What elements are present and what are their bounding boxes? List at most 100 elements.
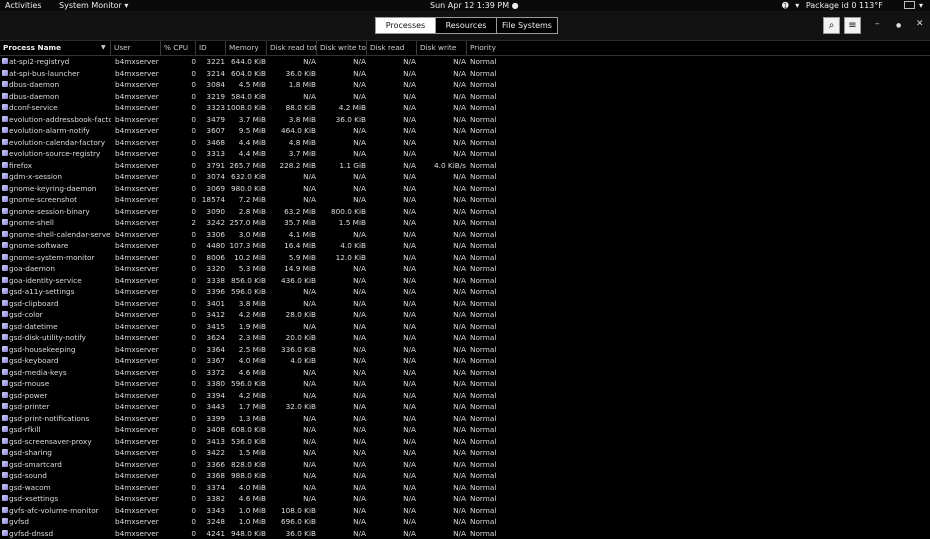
table-row[interactable]: at-spi2-registryd b4mxserver 0 3221 644.… [0,56,930,68]
process-name-cell: gnome-shell [9,217,111,229]
clock[interactable]: Sun Apr 12 1:39 PM ● [430,0,519,11]
table-row[interactable]: gsd-smartcard b4mxserver 0 3366 828.0 Ki… [0,459,930,471]
table-row[interactable]: gsd-sharing b4mxserver 0 3422 1.5 MiB N/… [0,447,930,459]
table-row[interactable]: gdm-x-session b4mxserver 0 3074 632.0 Ki… [0,171,930,183]
cpu-cell: 0 [161,171,196,183]
process-icon [2,403,8,409]
table-row[interactable]: gsd-datetime b4mxserver 0 3415 1.9 MiB N… [0,321,930,333]
search-button[interactable]: ⌕ [823,17,840,34]
user-cell: b4mxserver [115,482,159,494]
cpu-cell: 0 [161,252,196,264]
column-header-user[interactable]: User [111,41,161,55]
disk-write-total-cell: N/A [317,148,366,160]
process-icon [2,70,8,76]
table-row[interactable]: evolution-alarm-notify b4mxserver 0 3607… [0,125,930,137]
column-header-id[interactable]: ID [196,41,226,55]
table-row[interactable]: gsd-screensaver-proxy b4mxserver 0 3413 … [0,436,930,448]
column-header-cpu[interactable]: % CPU [161,41,196,55]
tab-resources[interactable]: Resources [436,17,497,34]
system-tray[interactable]: ➊ ▾ Package id 0 113°F [782,0,883,11]
column-header-priority[interactable]: Priority [467,41,517,55]
table-row[interactable]: gsd-a11y-settings b4mxserver 0 3396 596.… [0,286,930,298]
table-row[interactable]: gsd-media-keys b4mxserver 0 3372 4.6 MiB… [0,367,930,379]
user-cell: b4mxserver [115,102,159,114]
table-row[interactable]: firefox b4mxserver 0 3791 265.7 MiB 228.… [0,160,930,172]
disk-read-total-cell: N/A [267,91,316,103]
menu-button[interactable]: ≡ [844,17,861,34]
table-row[interactable]: goa-daemon b4mxserver 0 3320 5.3 MiB 14.… [0,263,930,275]
table-row[interactable]: gsd-rfkill b4mxserver 0 3408 608.0 KiB N… [0,424,930,436]
table-row[interactable]: goa-identity-service b4mxserver 0 3338 8… [0,275,930,287]
table-row[interactable]: gnome-session-binary b4mxserver 0 3090 2… [0,206,930,218]
column-header-disk-read[interactable]: Disk read [367,41,417,55]
disk-read-cell: N/A [367,309,416,321]
table-row[interactable]: gsd-clipboard b4mxserver 0 3401 3.8 MiB … [0,298,930,310]
table-row[interactable]: at-spi-bus-launcher b4mxserver 0 3214 60… [0,68,930,80]
table-row[interactable]: gvfsd-dnssd b4mxserver 0 4241 948.0 KiB … [0,528,930,539]
disk-read-cell: N/A [367,378,416,390]
disk-read-total-cell: 3.8 MiB [267,114,316,126]
window-list-icon[interactable] [904,1,915,9]
disk-write-cell: N/A [417,413,466,425]
process-name-cell: evolution-alarm-notify [9,125,111,137]
disk-write-cell: N/A [417,355,466,367]
id-cell: 3323 [196,102,225,114]
table-row[interactable]: gnome-shell-calendar-server b4mxserver 0… [0,229,930,241]
table-row[interactable]: evolution-addressbook-factory b4mxserver… [0,114,930,126]
disk-write-total-cell: N/A [317,125,366,137]
accessibility-icon[interactable]: ➊ [782,0,789,11]
table-row[interactable]: gvfs-afc-volume-monitor b4mxserver 0 334… [0,505,930,517]
activities-button[interactable]: Activities [5,0,42,11]
cpu-cell: 0 [161,183,196,195]
minimize-button[interactable]: – [875,19,880,29]
table-row[interactable]: gsd-power b4mxserver 0 3394 4.2 MiB N/A … [0,390,930,402]
table-row[interactable]: gsd-print-notifications b4mxserver 0 339… [0,413,930,425]
process-name-cell: gsd-color [9,309,111,321]
table-row[interactable]: dconf-service b4mxserver 0 3323 1008.0 K… [0,102,930,114]
table-row[interactable]: gsd-color b4mxserver 0 3412 4.2 MiB 28.0… [0,309,930,321]
maximize-button[interactable]: ● [896,22,901,29]
top-panel: Activities System Monitor ▾ Sun Apr 12 1… [0,0,930,11]
column-header-memory[interactable]: Memory [226,41,267,55]
process-icon [2,311,8,317]
column-header-disk-read-total[interactable]: Disk read total [267,41,317,55]
tab-file-systems[interactable]: File Systems [497,17,558,34]
table-row[interactable]: evolution-calendar-factory b4mxserver 0 … [0,137,930,149]
table-row[interactable]: gsd-mouse b4mxserver 0 3380 596.0 KiB N/… [0,378,930,390]
process-list: at-spi2-registryd b4mxserver 0 3221 644.… [0,56,930,539]
input-source-icon[interactable]: ▾ [795,0,799,11]
table-row[interactable]: gsd-disk-utility-notify b4mxserver 0 362… [0,332,930,344]
temperature-indicator[interactable]: Package id 0 113°F [806,1,883,10]
memory-cell: 604.0 KiB [226,68,266,80]
table-row[interactable]: gvfsd b4mxserver 0 3248 1.0 MiB 696.0 Ki… [0,516,930,528]
table-row[interactable]: gsd-keyboard b4mxserver 0 3367 4.0 MiB 4… [0,355,930,367]
chevron-down-icon[interactable]: ▾ [919,0,923,11]
column-header-disk-write-total[interactable]: Disk write total [317,41,367,55]
table-row[interactable]: gnome-shell b4mxserver 2 3242 257.0 MiB … [0,217,930,229]
priority-cell: Normal [470,309,496,321]
tab-processes[interactable]: Processes [375,17,436,34]
user-cell: b4mxserver [115,401,159,413]
table-row[interactable]: gsd-xsettings b4mxserver 0 3382 4.6 MiB … [0,493,930,505]
disk-write-cell: N/A [417,148,466,160]
app-menu[interactable]: System Monitor ▾ [59,0,128,11]
column-header-disk-write[interactable]: Disk write [417,41,467,55]
table-row[interactable]: dbus-daemon b4mxserver 0 3219 584.0 KiB … [0,91,930,103]
table-row[interactable]: gnome-system-monitor b4mxserver 0 8006 1… [0,252,930,264]
close-button[interactable]: ✕ [916,19,924,29]
column-header-process-name[interactable]: Process Name [0,41,111,55]
priority-cell: Normal [470,194,496,206]
priority-cell: Normal [470,505,496,517]
table-row[interactable]: dbus-daemon b4mxserver 0 3084 4.5 MiB 1.… [0,79,930,91]
user-cell: b4mxserver [115,528,159,539]
table-row[interactable]: gsd-printer b4mxserver 0 3443 1.7 MiB 32… [0,401,930,413]
disk-write-cell: N/A [417,528,466,539]
table-row[interactable]: gsd-housekeeping b4mxserver 0 3364 2.5 M… [0,344,930,356]
table-row[interactable]: gnome-software b4mxserver 0 4480 107.3 M… [0,240,930,252]
table-row[interactable]: gsd-sound b4mxserver 0 3368 988.0 KiB N/… [0,470,930,482]
table-row[interactable]: gsd-wacom b4mxserver 0 3374 4.0 MiB N/A … [0,482,930,494]
table-row[interactable]: evolution-source-registry b4mxserver 0 3… [0,148,930,160]
table-row[interactable]: gnome-screenshot b4mxserver 0 18574 7.2 … [0,194,930,206]
process-name-cell: gsd-print-notifications [9,413,111,425]
table-row[interactable]: gnome-keyring-daemon b4mxserver 0 3069 9… [0,183,930,195]
